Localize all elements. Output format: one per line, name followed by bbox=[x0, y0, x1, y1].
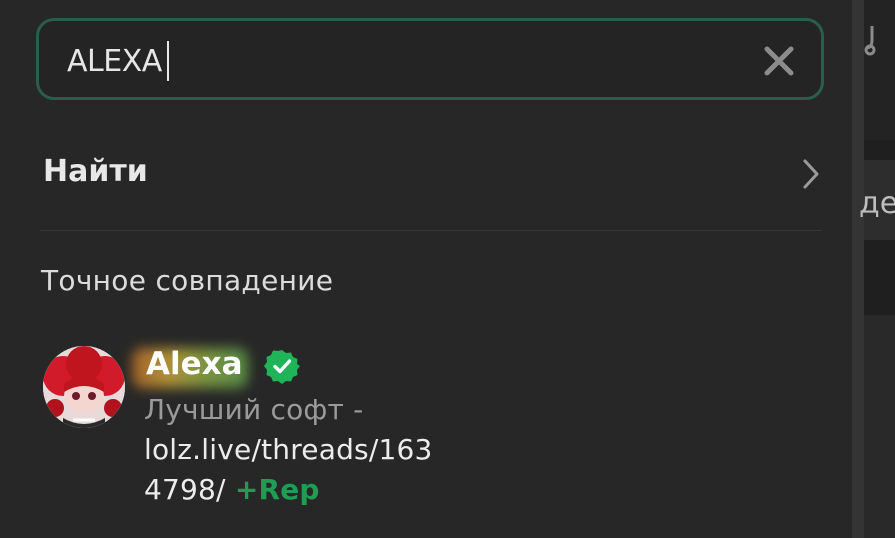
divider bbox=[40, 230, 822, 231]
verified-check-icon bbox=[264, 350, 300, 384]
rep-label: +Rep bbox=[234, 473, 320, 506]
status-link-line2: 4798/ bbox=[144, 473, 226, 506]
user-status: Лучший софт - lolz.live/threads/163 4798/… bbox=[144, 390, 474, 510]
background-band bbox=[864, 315, 895, 538]
background-partial-text: де bbox=[859, 186, 895, 221]
avatar-image bbox=[43, 346, 125, 428]
status-link-line1: lolz.live/threads/163 bbox=[144, 433, 433, 466]
panel-scroll-edge bbox=[852, 0, 864, 538]
background-icon bbox=[864, 26, 876, 56]
section-title-exact-match: Точное совпадение bbox=[41, 264, 334, 297]
text-caret bbox=[167, 41, 169, 81]
search-panel: Найти Точное совпадение bbox=[0, 0, 852, 538]
app-root: де Найти Точное совпадение bbox=[0, 0, 895, 538]
background-band bbox=[864, 240, 895, 295]
status-prefix: Лучший софт - bbox=[144, 393, 364, 426]
chevron-right-icon bbox=[803, 159, 819, 189]
find-button[interactable]: Найти bbox=[0, 130, 852, 220]
background-band bbox=[864, 0, 895, 140]
close-icon[interactable] bbox=[761, 43, 797, 79]
username: Alexa bbox=[146, 346, 243, 382]
search-box bbox=[36, 18, 824, 100]
find-label: Найти bbox=[43, 154, 148, 189]
avatar bbox=[43, 346, 125, 428]
user-result-item[interactable]: Alexa Лучший софт - lolz.live/threads/16… bbox=[0, 330, 852, 520]
search-input[interactable] bbox=[67, 39, 757, 83]
